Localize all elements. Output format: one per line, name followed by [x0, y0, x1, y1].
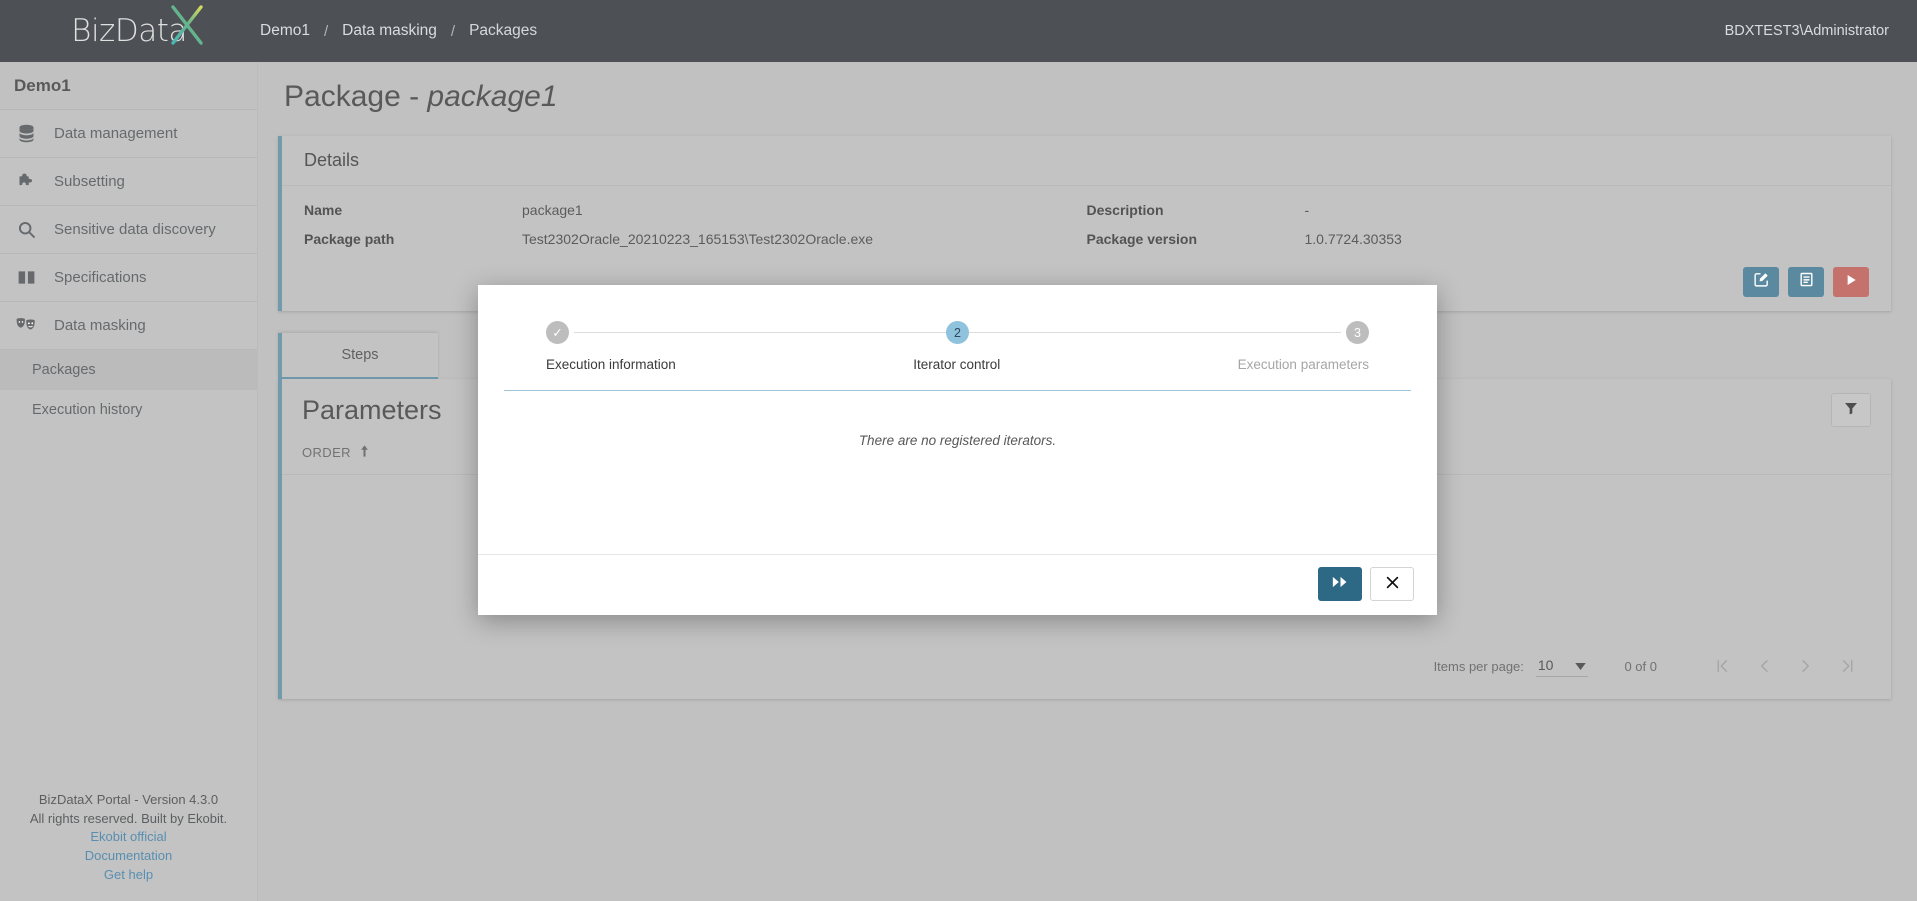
step-2-iterator-control[interactable]: 2	[946, 321, 969, 344]
execution-wizard-dialog: ✓ 2 3 Execution information Iterator con…	[478, 285, 1437, 615]
step-3-execution-parameters[interactable]: 3	[1346, 321, 1369, 344]
step-1-execution-information[interactable]: ✓	[546, 321, 569, 344]
stepper-labels: Execution information Iterator control E…	[546, 357, 1369, 372]
empty-state-message: There are no registered iterators.	[858, 433, 1057, 448]
next-step-button[interactable]	[1318, 567, 1362, 601]
app-root: BizData Demo1 / Data masking / Packages …	[0, 0, 1917, 901]
modal-body: There are no registered iterators.	[478, 391, 1437, 554]
step-2-indicator: 2	[946, 321, 969, 344]
step-3-indicator: 3	[1346, 321, 1369, 344]
fast-forward-icon	[1332, 575, 1349, 593]
step-1-indicator: ✓	[546, 321, 569, 344]
step-2-label: Iterator control	[913, 357, 1001, 372]
cancel-button[interactable]	[1370, 567, 1414, 601]
stepper-circles: ✓ 2 3	[546, 321, 1369, 344]
wizard-stepper: ✓ 2 3 Execution information Iterator con…	[478, 285, 1437, 372]
modal-footer	[478, 554, 1437, 615]
close-icon	[1386, 576, 1399, 593]
step-1-label: Execution information	[546, 357, 676, 372]
step-3-label: Execution parameters	[1237, 357, 1369, 372]
